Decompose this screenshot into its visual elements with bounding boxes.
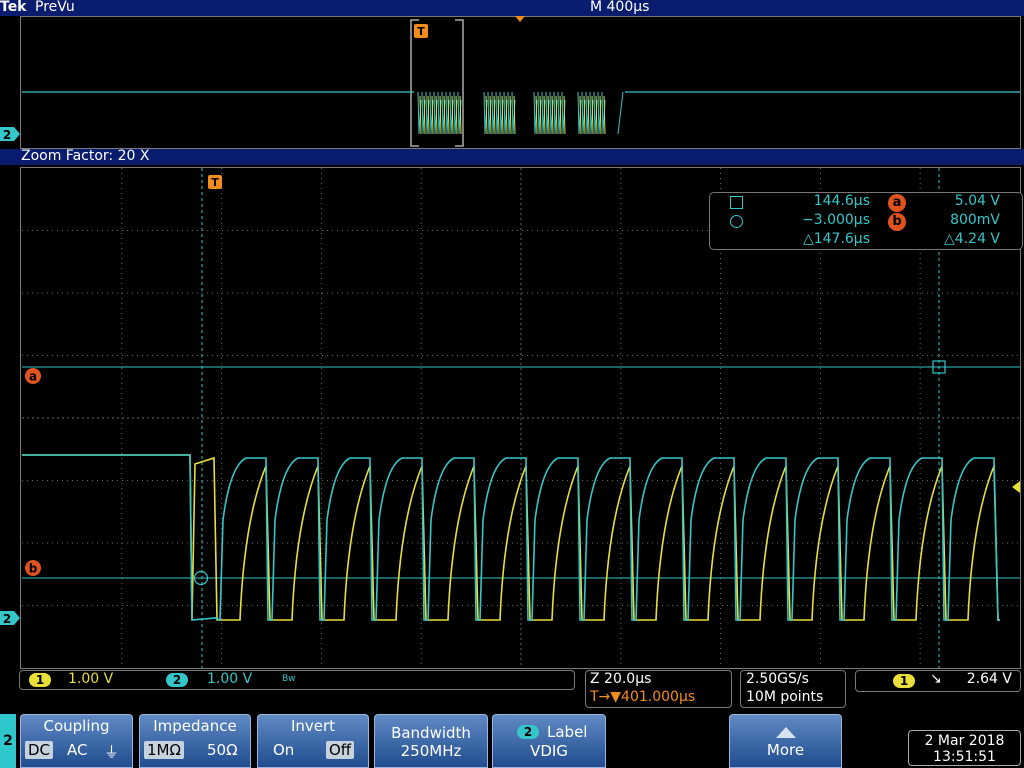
invert-button[interactable]: Invert On Off: [257, 714, 369, 768]
time-text: 13:51:51: [933, 749, 996, 765]
date-text: 2 Mar 2018: [924, 733, 1005, 749]
cursor-a-value: 5.04 V: [954, 193, 1000, 209]
ch2-badge[interactable]: 2: [166, 673, 188, 687]
ch1-waveform: [22, 454, 1000, 621]
trigger-level-icon: [1012, 481, 1020, 493]
ch1-badge[interactable]: 1: [29, 673, 51, 687]
impedance-50ohm-option[interactable]: 50Ω: [204, 741, 241, 759]
delta-time: △147.6µs: [802, 231, 870, 247]
bandwidth-title: Bandwidth: [391, 724, 471, 742]
ch1-scale[interactable]: 1.00 V: [68, 671, 113, 687]
falling-edge-icon: ↘: [930, 671, 942, 687]
bandwidth-button[interactable]: Bandwidth 250MHz: [374, 714, 488, 768]
svg-text:a: a: [29, 370, 37, 384]
bandwidth-value: 250MHz: [400, 742, 462, 760]
coupling-button[interactable]: Coupling DC AC ⏚: [20, 714, 133, 768]
invert-on-option[interactable]: On: [270, 741, 297, 759]
ground-icon[interactable]: ⏚: [101, 741, 122, 762]
channel-status-bar[interactable]: 1 1.00 V 2 1.00 V Bw: [19, 670, 575, 690]
acquisition-readout[interactable]: 2.50GS/s 10M points: [740, 670, 846, 708]
cursor-a-icon: a: [888, 194, 906, 212]
square-cursor-icon: [730, 196, 743, 209]
label-title: Label: [547, 723, 588, 741]
cursor-b-value: 800mV: [950, 212, 1000, 228]
zoom-scale: Z 20.0µs: [590, 671, 652, 687]
coupling-title: Coupling: [43, 717, 110, 735]
cursor-readout: 144.6µs −3.000µs △147.6µs a b 5.04 V 800…: [709, 192, 1023, 250]
cursor-b-icon: b: [888, 213, 906, 231]
label-value: VDIG: [530, 742, 568, 760]
up-arrow-icon: [776, 727, 796, 738]
trigger-readout[interactable]: 1 ↘ 2.64 V: [855, 670, 1021, 692]
impedance-title: Impedance: [153, 717, 237, 735]
invert-off-option[interactable]: Off: [326, 741, 355, 759]
more-button[interactable]: More: [729, 714, 842, 768]
ch2-waveform: [22, 454, 1000, 622]
invert-title: Invert: [290, 717, 336, 735]
label-button[interactable]: 2 Label VDIG: [492, 714, 606, 768]
svg-text:T: T: [211, 176, 219, 189]
trigger-position: T→▼401.000µs: [590, 689, 696, 705]
svg-text:2: 2: [3, 612, 11, 626]
ch2-scale[interactable]: 1.00 V: [207, 671, 252, 687]
label-channel-badge: 2: [517, 725, 539, 739]
svg-text:b: b: [29, 562, 38, 576]
date-time-display: 2 Mar 2018 13:51:51: [908, 730, 1021, 766]
cursor2-time: −3.000µs: [801, 212, 870, 228]
delta-voltage: △4.24 V: [944, 231, 1000, 247]
coupling-ac-option[interactable]: AC: [64, 741, 90, 759]
record-length: 10M points: [746, 689, 824, 705]
main-waveforms: T a b 2: [0, 168, 1020, 668]
trigger-source-badge: 1: [893, 674, 915, 688]
horizontal-readout[interactable]: Z 20.0µs T→▼401.000µs: [585, 670, 732, 708]
menu-channel-indicator[interactable]: 2: [0, 714, 16, 768]
coupling-dc-option[interactable]: DC: [25, 741, 54, 759]
bandwidth-limit-icon: Bw: [282, 674, 296, 684]
impedance-button[interactable]: Impedance 1MΩ 50Ω: [139, 714, 251, 768]
circle-cursor-icon: [730, 215, 743, 228]
more-title: More: [766, 741, 805, 759]
cursor1-time: 144.6µs: [813, 193, 870, 209]
trigger-level: 2.64 V: [966, 671, 1012, 687]
sample-rate: 2.50GS/s: [746, 671, 809, 687]
impedance-1mohm-option[interactable]: 1MΩ: [144, 741, 184, 759]
